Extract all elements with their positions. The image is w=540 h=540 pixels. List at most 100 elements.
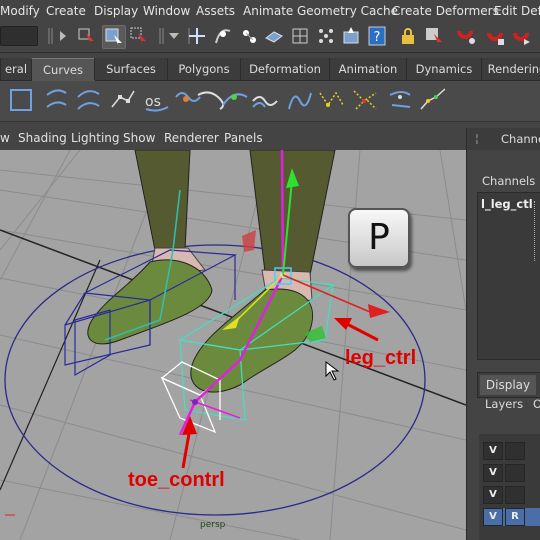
- tab-general[interactable]: eral: [0, 58, 32, 80]
- channel-box-panel: ¦ Channel Channels l_leg_ctl Display Lay…: [466, 128, 540, 540]
- layer-display-type-toggle[interactable]: R: [505, 508, 525, 526]
- layer-visibility-toggle[interactable]: V: [483, 486, 503, 504]
- tab-dynamics[interactable]: Dynamics: [406, 58, 482, 80]
- toe-contrl-label: toe_contrl: [128, 469, 225, 491]
- smooth-curve-icon[interactable]: [418, 85, 448, 115]
- layer-row[interactable]: V: [483, 486, 540, 504]
- camera-label: persp: [200, 520, 226, 530]
- selection-mask-arrow-icon[interactable]: [164, 25, 186, 47]
- arc-tool-icon[interactable]: os: [142, 85, 172, 115]
- right-shoe-mesh[interactable]: [190, 288, 314, 393]
- panel-menu-panels[interactable]: Panels: [224, 131, 263, 145]
- magnet-snap-icon[interactable]: [484, 25, 506, 47]
- snap-to-curve-icon[interactable]: [212, 25, 234, 47]
- extend-curve-icon[interactable]: [250, 85, 280, 115]
- tab-display[interactable]: Display: [480, 375, 536, 395]
- ball-joint: [192, 399, 198, 405]
- channel-header-bar: ¦ Channel: [467, 128, 540, 150]
- channels-menu[interactable]: Channels: [482, 174, 535, 188]
- layer-visibility-toggle[interactable]: V: [483, 508, 503, 526]
- layer-display-type-toggle[interactable]: [505, 442, 525, 460]
- shelf-tab-bar: eral Curves Surfaces Polygons Deformatio…: [0, 58, 540, 81]
- mouse-cursor-icon: [325, 361, 340, 381]
- menu-create[interactable]: Create: [46, 4, 86, 18]
- make-live-icon[interactable]: [289, 25, 311, 47]
- menu-create-deformers[interactable]: Create Deformers: [392, 4, 499, 18]
- rebuild-curve-icon[interactable]: [350, 85, 380, 115]
- p-key-overlay: P: [348, 208, 410, 268]
- perspective-viewport[interactable]: P leg_ctrl toe_contrl persp: [0, 150, 466, 540]
- menu-display[interactable]: Display: [94, 4, 138, 18]
- curves-shelf: os: [0, 81, 540, 122]
- lock-icon[interactable]: [397, 25, 419, 47]
- grid-axis-line: [0, 259, 101, 491]
- layer-tab-bar: Display: [477, 372, 540, 398]
- main-menu-bar: Modify Create Display Window Assets Anim…: [0, 0, 540, 23]
- tab-animation[interactable]: Animation: [329, 58, 407, 80]
- history-icon[interactable]: [315, 25, 337, 47]
- menu-modify[interactable]: Modify: [0, 4, 40, 18]
- panel-menu-bar: w Shading Lighting Show Renderer Panels: [0, 128, 466, 150]
- reverse-curve-icon[interactable]: [316, 85, 346, 115]
- snap-to-view-plane-icon[interactable]: [263, 25, 285, 47]
- select-by-object-icon[interactable]: [102, 25, 126, 49]
- menu-window[interactable]: Window: [143, 4, 190, 18]
- right-leg-mesh[interactable]: [249, 150, 336, 276]
- cv-curve-icon[interactable]: [42, 85, 72, 115]
- nurbs-square-icon[interactable]: [6, 85, 36, 115]
- layers-menu[interactable]: Layers: [485, 397, 523, 411]
- layer-list: V V V V R: [479, 434, 540, 540]
- select-highlight-icon[interactable]: [423, 25, 445, 47]
- menu-assets[interactable]: Assets: [196, 4, 235, 18]
- layer-row-selected[interactable]: V R: [483, 508, 540, 526]
- rotate-plane-icon: [242, 230, 256, 252]
- tab-polygons[interactable]: Polygons: [167, 58, 241, 80]
- panel-menu-lighting[interactable]: Lighting: [71, 131, 120, 145]
- layer-visibility-toggle[interactable]: V: [483, 442, 503, 460]
- tab-curves[interactable]: Curves: [31, 58, 95, 81]
- layer-display-type-toggle[interactable]: [505, 464, 525, 482]
- status-line-toolbar: ?: [0, 22, 540, 53]
- layer-display-type-toggle[interactable]: [505, 486, 525, 504]
- layer-row[interactable]: V: [483, 442, 540, 460]
- fillet-curve-icon[interactable]: [386, 85, 416, 115]
- layer-visibility-toggle[interactable]: V: [483, 464, 503, 482]
- channel-header-label[interactable]: Channel: [501, 132, 540, 146]
- tab-deformation[interactable]: Deformation: [240, 58, 330, 80]
- help-icon[interactable]: ?: [366, 25, 388, 47]
- panel-menu-shading[interactable]: Shading: [18, 131, 67, 145]
- offset-curve-icon[interactable]: [284, 85, 314, 115]
- ep-curve-icon[interactable]: [74, 85, 104, 115]
- menu-geometry-cache[interactable]: Geometry Cache: [297, 4, 398, 18]
- leg-ctrl-label: leg_ctrl: [345, 347, 417, 369]
- menu-animate[interactable]: Animate: [243, 4, 293, 18]
- render-icon[interactable]: [341, 25, 363, 47]
- panel-grip-icon: ¦: [475, 131, 479, 145]
- magnet-icon[interactable]: [454, 25, 476, 47]
- channel-list-divider: [534, 201, 538, 261]
- panel-menu-view[interactable]: w: [0, 131, 10, 145]
- menu-edit-deformers[interactable]: Edit Defo: [494, 4, 540, 18]
- x-axis-arrow-icon: [368, 304, 390, 318]
- leg-annotation-arrow: [344, 321, 379, 342]
- insert-knot-icon[interactable]: [220, 85, 250, 115]
- magnet-live-icon[interactable]: [510, 25, 532, 47]
- svg-text:?: ?: [374, 30, 381, 45]
- collapse-arrow-icon[interactable]: [54, 25, 76, 47]
- select-by-component-icon[interactable]: [128, 25, 150, 47]
- options-menu[interactable]: O: [533, 397, 540, 411]
- panel-menu-renderer[interactable]: Renderer: [164, 131, 219, 145]
- mode-selector-dropdown[interactable]: [0, 26, 38, 46]
- pencil-curve-icon[interactable]: [108, 85, 138, 115]
- select-by-hierarchy-icon[interactable]: [76, 25, 98, 47]
- tab-surfaces[interactable]: Surfaces: [94, 58, 168, 80]
- snap-to-grid-icon[interactable]: [186, 25, 208, 47]
- channel-box-list[interactable]: l_leg_ctl: [477, 192, 540, 360]
- panel-menu-show[interactable]: Show: [123, 131, 155, 145]
- svg-text:os: os: [145, 94, 161, 110]
- selected-object-name: l_leg_ctl: [481, 197, 533, 211]
- tab-rendering[interactable]: Rendering: [481, 58, 540, 80]
- layer-row[interactable]: V: [483, 464, 540, 482]
- snap-to-point-icon[interactable]: [238, 25, 260, 47]
- left-leg-mesh[interactable]: [134, 150, 191, 251]
